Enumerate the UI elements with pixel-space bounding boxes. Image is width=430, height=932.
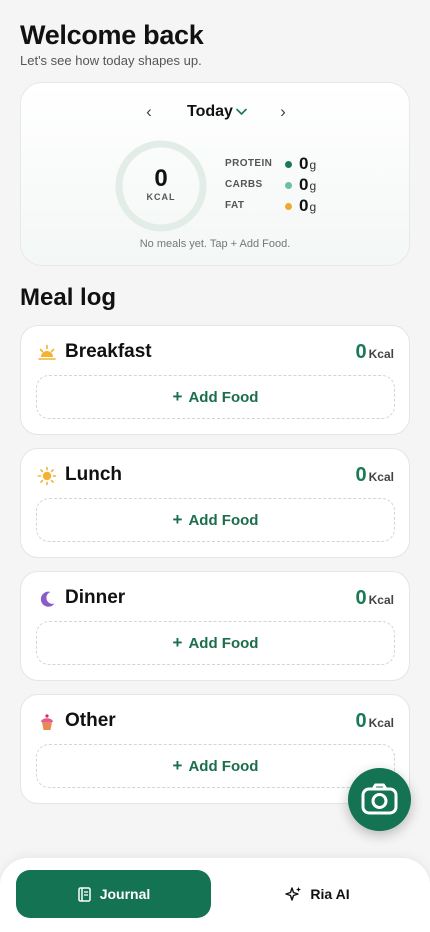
meal-card-breakfast: Breakfast 0 Kcal + Add Food bbox=[20, 325, 410, 435]
plus-icon: + bbox=[172, 510, 183, 529]
macro-fat: FAT 0g bbox=[225, 196, 345, 216]
tab-ria-ai[interactable]: Ria AI bbox=[220, 870, 415, 918]
carbs-dot-icon bbox=[285, 182, 292, 189]
meal-name: Breakfast bbox=[65, 341, 152, 362]
meal-card-lunch: Lunch 0 Kcal + Add Food bbox=[20, 448, 410, 558]
macro-value: 0g bbox=[299, 175, 317, 194]
add-food-button-other[interactable]: + Add Food bbox=[36, 744, 395, 788]
meal-calories: 0 Kcal bbox=[355, 464, 394, 486]
tab-journal-label: Journal bbox=[99, 886, 151, 902]
macro-label: PROTEIN bbox=[225, 158, 273, 169]
empty-state-hint: No meals yet. Tap + Add Food. bbox=[139, 238, 291, 250]
sunrise-icon bbox=[38, 344, 56, 360]
cupcake-icon bbox=[41, 714, 53, 730]
moon-icon bbox=[40, 591, 55, 607]
page-subtitle: Let's see how today shapes up. bbox=[20, 53, 202, 68]
date-selector[interactable]: Today bbox=[187, 101, 233, 123]
add-food-button-dinner[interactable]: + Add Food bbox=[36, 621, 395, 665]
journal-icon bbox=[77, 886, 91, 902]
camera-icon bbox=[361, 783, 398, 815]
date-navigator: ‹ Today › bbox=[21, 101, 409, 123]
next-day-button[interactable]: › bbox=[272, 101, 294, 123]
macro-label: FAT bbox=[225, 200, 245, 211]
meal-calories: 0 Kcal bbox=[355, 710, 394, 732]
sparkle-icon bbox=[285, 886, 302, 901]
macro-protein: PROTEIN 0g bbox=[225, 154, 345, 174]
tab-journal[interactable]: Journal bbox=[16, 870, 211, 918]
daily-summary-card: ‹ Today › 0 KCAL PROTEIN 0g CARBS 0g FAT… bbox=[20, 82, 410, 266]
macro-value: 0g bbox=[299, 154, 317, 173]
chevron-down-icon[interactable] bbox=[236, 108, 247, 116]
plus-icon: + bbox=[172, 387, 183, 406]
camera-button[interactable] bbox=[348, 768, 411, 831]
previous-day-button[interactable]: ‹ bbox=[138, 101, 160, 123]
macro-carbs: CARBS 0g bbox=[225, 175, 345, 195]
tab-ria-ai-label: Ria AI bbox=[310, 886, 350, 902]
protein-dot-icon bbox=[285, 161, 292, 168]
sun-icon bbox=[37, 466, 57, 486]
meal-name: Other bbox=[65, 710, 116, 731]
meal-log-title: Meal log bbox=[20, 284, 117, 311]
header: Welcome back Let's see how today shapes … bbox=[20, 20, 204, 68]
plus-icon: + bbox=[172, 756, 183, 775]
meal-calories: 0 Kcal bbox=[355, 587, 394, 609]
fat-dot-icon bbox=[285, 203, 292, 210]
macro-value: 0g bbox=[299, 196, 317, 215]
calories-value: 0 bbox=[154, 165, 168, 192]
meal-calories: 0 Kcal bbox=[355, 341, 394, 363]
meal-name: Dinner bbox=[65, 587, 126, 608]
macro-label: CARBS bbox=[225, 179, 263, 190]
add-food-button-breakfast[interactable]: + Add Food bbox=[36, 375, 395, 419]
calories-unit: KCAL bbox=[146, 192, 176, 202]
add-food-button-lunch[interactable]: + Add Food bbox=[36, 498, 395, 542]
plus-icon: + bbox=[172, 633, 183, 652]
page-title: Welcome back bbox=[20, 20, 204, 50]
meal-card-dinner: Dinner 0 Kcal + Add Food bbox=[20, 571, 410, 681]
meal-name: Lunch bbox=[65, 464, 122, 485]
bottom-navigation: Journal Ria AI bbox=[0, 858, 430, 932]
